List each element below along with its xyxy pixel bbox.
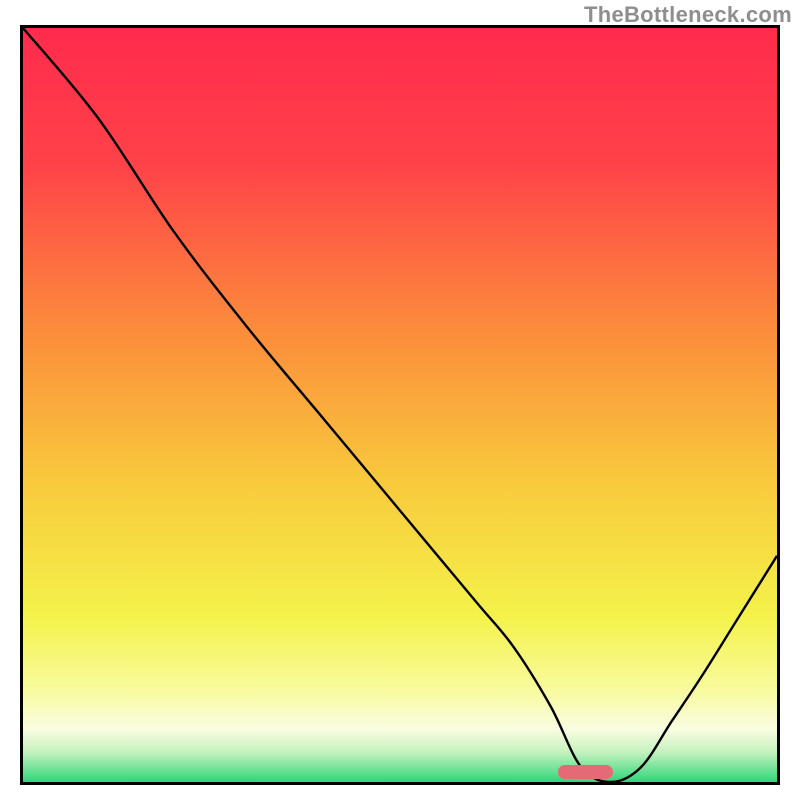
chart-container: TheBottleneck.com (0, 0, 800, 800)
plot-area (20, 25, 780, 785)
curve-line (23, 28, 777, 782)
optimum-marker (558, 765, 613, 779)
